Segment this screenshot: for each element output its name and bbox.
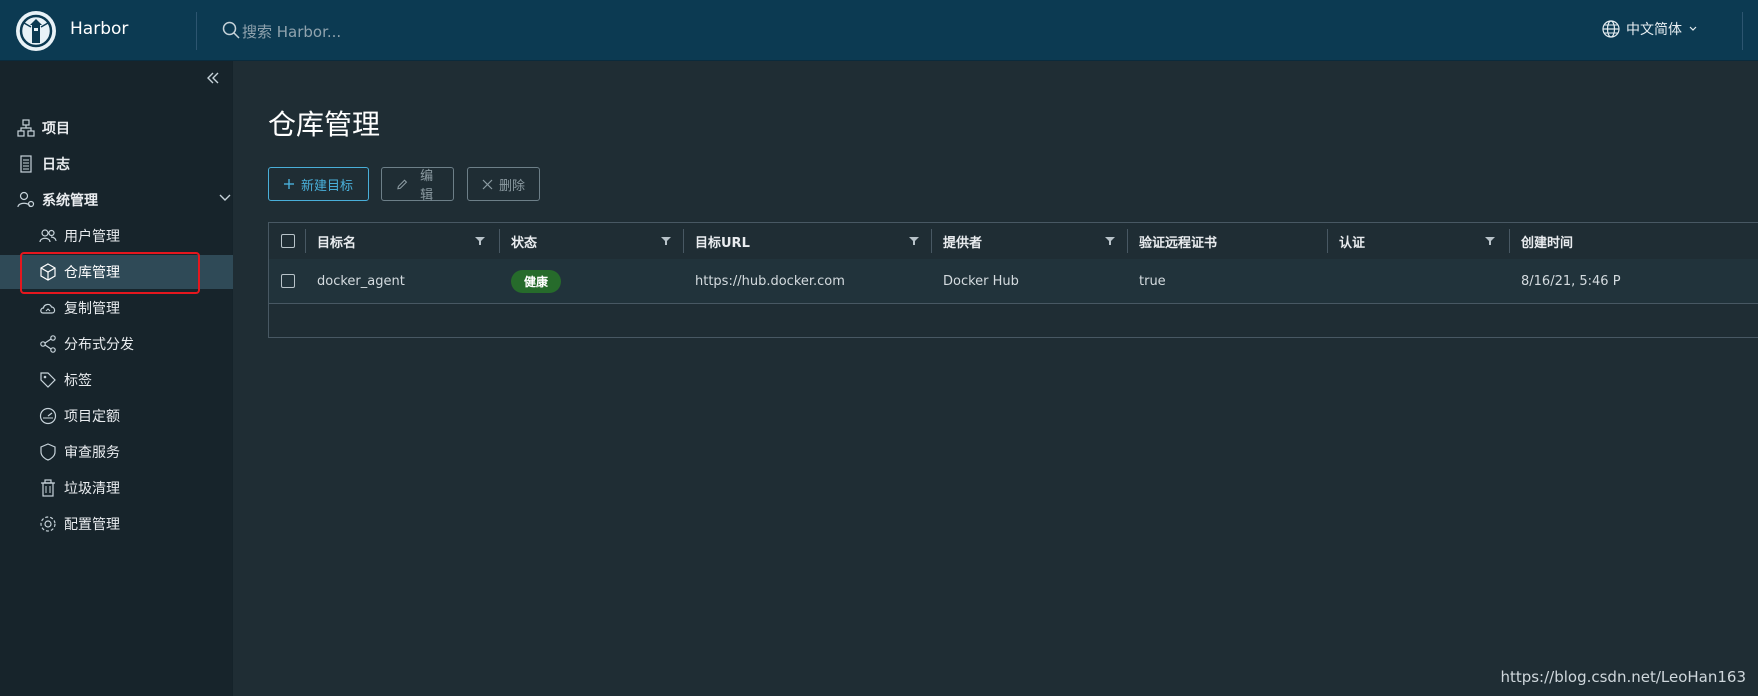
language-label: 中文简体 bbox=[1626, 22, 1682, 38]
column-header-name[interactable]: 目标名 bbox=[317, 223, 356, 259]
sidebar-item-users[interactable]: 用户管理 bbox=[0, 219, 270, 253]
sidebar-item-admin[interactable]: 系统管理 bbox=[0, 183, 248, 217]
sidebar-item-gc[interactable]: 垃圾清理 bbox=[0, 471, 270, 505]
sidebar-item-label: 分布式分发 bbox=[64, 337, 134, 353]
close-icon bbox=[482, 179, 493, 189]
datagrid-header: 目标名 状态 目标URL 提供者 验证远程证书 认证 创建时间 bbox=[269, 223, 1758, 260]
sidebar-item-label: 日志 bbox=[42, 157, 70, 173]
column-separator bbox=[683, 229, 684, 253]
sidebar-item-label: 项目 bbox=[42, 121, 70, 137]
sidebar-item-label: 配置管理 bbox=[64, 517, 120, 533]
sidebar-item-config[interactable]: 配置管理 bbox=[0, 507, 270, 541]
sidebar-item-projects[interactable]: 项目 bbox=[0, 111, 248, 145]
harbor-logo[interactable] bbox=[16, 11, 56, 51]
pencil-icon bbox=[397, 178, 408, 189]
tag-icon bbox=[40, 372, 56, 388]
cloud-icon bbox=[40, 303, 56, 314]
column-header-created[interactable]: 创建时间 bbox=[1521, 223, 1573, 259]
select-all-checkbox[interactable] bbox=[281, 234, 295, 248]
table-row[interactable]: docker_agent 健康 https://hub.docker.com D… bbox=[269, 259, 1758, 304]
sidebar-item-interrogation[interactable]: 审查服务 bbox=[0, 435, 270, 469]
column-header-status[interactable]: 状态 bbox=[511, 223, 537, 259]
sidebar-item-label: 用户管理 bbox=[64, 229, 120, 245]
delete-label: 删除 bbox=[499, 178, 526, 194]
column-separator bbox=[931, 229, 932, 253]
new-endpoint-label: 新建目标 bbox=[301, 178, 354, 194]
row-checkbox[interactable] bbox=[281, 274, 295, 288]
double-chevron-left-icon[interactable] bbox=[206, 70, 220, 89]
highlight-annotation bbox=[20, 252, 200, 294]
cell-name: docker_agent bbox=[317, 273, 405, 289]
sidebar-item-label: 系统管理 bbox=[42, 193, 98, 209]
sidebar-item-label: 复制管理 bbox=[64, 301, 120, 317]
main-content bbox=[233, 61, 1758, 696]
cell-verify-cert: true bbox=[1139, 273, 1166, 289]
search-input[interactable] bbox=[240, 19, 644, 45]
column-header-verify-cert[interactable]: 验证远程证书 bbox=[1139, 223, 1217, 259]
filter-icon[interactable] bbox=[909, 236, 919, 246]
column-header-url[interactable]: 目标URL bbox=[695, 223, 750, 259]
column-separator bbox=[1327, 229, 1328, 253]
share-icon bbox=[40, 335, 56, 353]
sidebar-item-label: 标签 bbox=[64, 373, 92, 389]
gear-icon bbox=[40, 516, 56, 532]
cell-status: 健康 bbox=[511, 259, 562, 303]
search-icon bbox=[222, 21, 240, 39]
sidebar-item-label: 垃圾清理 bbox=[64, 481, 120, 497]
new-endpoint-button[interactable]: 新建目标 bbox=[268, 167, 369, 201]
column-header-provider[interactable]: 提供者 bbox=[943, 223, 982, 259]
admin-icon bbox=[17, 191, 35, 208]
endpoints-datagrid: 目标名 状态 目标URL 提供者 验证远程证书 认证 创建时间 docker_a… bbox=[268, 222, 1758, 338]
chevron-down-icon bbox=[1689, 26, 1697, 31]
cell-created: 8/16/21, 5:46 P bbox=[1521, 273, 1621, 289]
filter-icon[interactable] bbox=[1485, 236, 1495, 246]
edit-label: 编辑 bbox=[420, 169, 434, 203]
page-title: 仓库管理 bbox=[268, 108, 381, 141]
column-separator bbox=[499, 229, 500, 253]
project-icon bbox=[17, 119, 35, 137]
sidebar-item-replication[interactable]: 复制管理 bbox=[0, 291, 270, 325]
globe-icon bbox=[1602, 20, 1620, 38]
plus-icon bbox=[284, 179, 294, 189]
app-name[interactable]: Harbor bbox=[70, 19, 128, 39]
cell-provider: Docker Hub bbox=[943, 273, 1019, 289]
column-separator bbox=[1127, 229, 1128, 253]
delete-button[interactable]: 删除 bbox=[467, 167, 540, 201]
column-separator bbox=[305, 229, 306, 253]
header-divider bbox=[196, 12, 197, 50]
language-selector[interactable]: 中文简体 bbox=[1602, 19, 1698, 39]
filter-icon[interactable] bbox=[661, 236, 671, 246]
column-separator bbox=[1509, 229, 1510, 253]
sidebar-item-distribution[interactable]: 分布式分发 bbox=[0, 327, 270, 361]
header-divider-right bbox=[1742, 12, 1743, 50]
sidebar-item-label: 审查服务 bbox=[64, 445, 120, 461]
sidebar-item-logs[interactable]: 日志 bbox=[0, 147, 248, 181]
chevron-down-icon bbox=[219, 194, 231, 201]
top-navbar: Harbor 中文简体 bbox=[0, 0, 1758, 61]
filter-icon[interactable] bbox=[475, 236, 485, 246]
cell-url: https://hub.docker.com bbox=[695, 273, 845, 289]
sidebar-item-quotas[interactable]: 项目定额 bbox=[0, 399, 270, 433]
filter-icon[interactable] bbox=[1105, 236, 1115, 246]
column-header-auth[interactable]: 认证 bbox=[1339, 223, 1365, 259]
edit-button[interactable]: 编辑 bbox=[381, 167, 454, 203]
sidebar-item-labels[interactable]: 标签 bbox=[0, 363, 270, 397]
shield-icon bbox=[40, 443, 56, 461]
watermark: https://blog.csdn.net/LeoHan163 bbox=[1500, 668, 1746, 686]
log-icon bbox=[20, 155, 32, 173]
users-icon bbox=[39, 229, 57, 243]
status-badge: 健康 bbox=[511, 269, 562, 293]
quota-icon bbox=[39, 407, 57, 425]
trash-icon bbox=[41, 479, 55, 497]
sidebar-item-label: 项目定额 bbox=[64, 409, 120, 425]
